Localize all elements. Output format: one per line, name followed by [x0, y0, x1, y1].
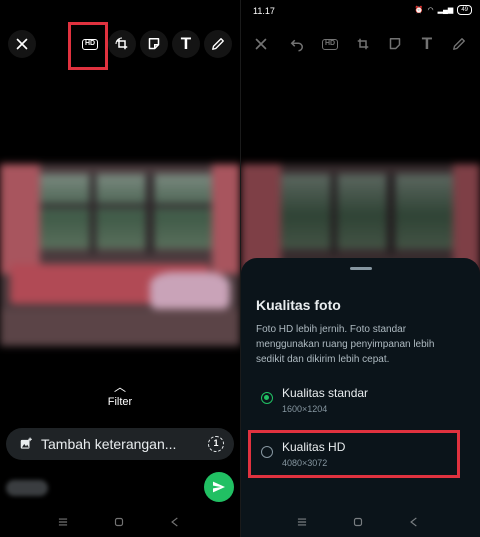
send-icon: [213, 481, 225, 493]
hd-option-highlight-box: [248, 430, 460, 478]
crop-rotate-icon: [115, 37, 128, 50]
view-once-icon[interactable]: 1: [208, 436, 224, 452]
home-nav-icon[interactable]: [112, 515, 126, 529]
pencil-icon: [212, 38, 224, 50]
text-icon: T: [421, 34, 433, 53]
recents-nav-icon[interactable]: [295, 515, 309, 529]
home-nav-icon[interactable]: [351, 515, 365, 529]
draw-button[interactable]: [204, 30, 232, 58]
wifi-icon: ◠: [427, 7, 434, 14]
photo-preview: [0, 164, 240, 346]
pencil-icon: [453, 38, 465, 50]
hd-highlight-box: [68, 22, 108, 70]
recents-nav-icon[interactable]: [56, 515, 70, 529]
close-button[interactable]: [8, 30, 36, 58]
chevron-up-icon: ︿: [113, 380, 126, 394]
draw-button[interactable]: [445, 30, 473, 58]
sticker-icon: [389, 38, 401, 50]
hd-quality-button[interactable]: HD: [316, 30, 344, 58]
status-bar: 11.17 ⏰ ◠ ▂▄▆ 49: [253, 5, 472, 19]
sheet-drag-handle[interactable]: [350, 267, 372, 270]
radio-selected[interactable]: [261, 392, 273, 404]
right-editor-panel: 11.17 ⏰ ◠ ▂▄▆ 49 HD T Kualitas foto Foto…: [241, 0, 480, 537]
text-tool-button[interactable]: T: [413, 30, 441, 58]
text-icon: T: [180, 34, 192, 53]
close-icon: [16, 38, 28, 50]
crop-rotate-icon: [357, 38, 369, 50]
close-button[interactable]: [247, 30, 275, 58]
back-nav-icon[interactable]: [168, 515, 182, 529]
send-button[interactable]: [204, 472, 234, 502]
crop-rotate-button[interactable]: [108, 30, 136, 58]
sticker-button[interactable]: [381, 30, 409, 58]
photo-quality-sheet: Kualitas foto Foto HD lebih jernih. Foto…: [241, 258, 480, 537]
undo-icon: [290, 39, 303, 52]
editor-toolbar: HD T: [0, 30, 240, 58]
recipient-chip[interactable]: [6, 480, 48, 496]
sheet-title: Kualitas foto: [256, 297, 341, 313]
status-icons: ⏰ ◠ ▂▄▆ 49: [415, 5, 472, 15]
option-label: Kualitas standar: [282, 386, 369, 400]
caption-input[interactable]: Tambah keterangan... 1: [6, 428, 234, 460]
option-standard-quality[interactable]: Kualitas standar 1600×1204: [241, 386, 480, 426]
battery-icon: 49: [457, 5, 472, 15]
back-nav-icon[interactable]: [407, 515, 421, 529]
left-editor-panel: HD T ︿ Filter Tambah keterangan... 1: [0, 0, 240, 537]
filter-toggle[interactable]: ︿ Filter: [0, 380, 240, 408]
signal-icon: ▂▄▆: [437, 7, 454, 14]
system-nav-bar: [0, 510, 240, 534]
crop-rotate-button[interactable]: [349, 30, 377, 58]
sheet-description: Foto HD lebih jernih. Foto standar mengg…: [256, 324, 435, 365]
system-nav-bar: [241, 510, 480, 534]
sticker-icon: [148, 38, 160, 50]
close-icon: [255, 38, 267, 50]
filter-label: Filter: [107, 396, 133, 408]
option-resolution: 1600×1204: [282, 404, 328, 414]
status-time: 11.17: [253, 6, 275, 16]
caption-placeholder: Tambah keterangan...: [41, 436, 177, 452]
add-image-icon[interactable]: [19, 437, 33, 451]
alarm-icon: ⏰: [414, 7, 424, 14]
hd-quality-icon: HD: [322, 38, 338, 50]
undo-button[interactable]: [283, 30, 311, 58]
sticker-button[interactable]: [140, 30, 168, 58]
editor-toolbar-dimmed: HD T: [241, 30, 480, 58]
text-tool-button[interactable]: T: [172, 30, 200, 58]
